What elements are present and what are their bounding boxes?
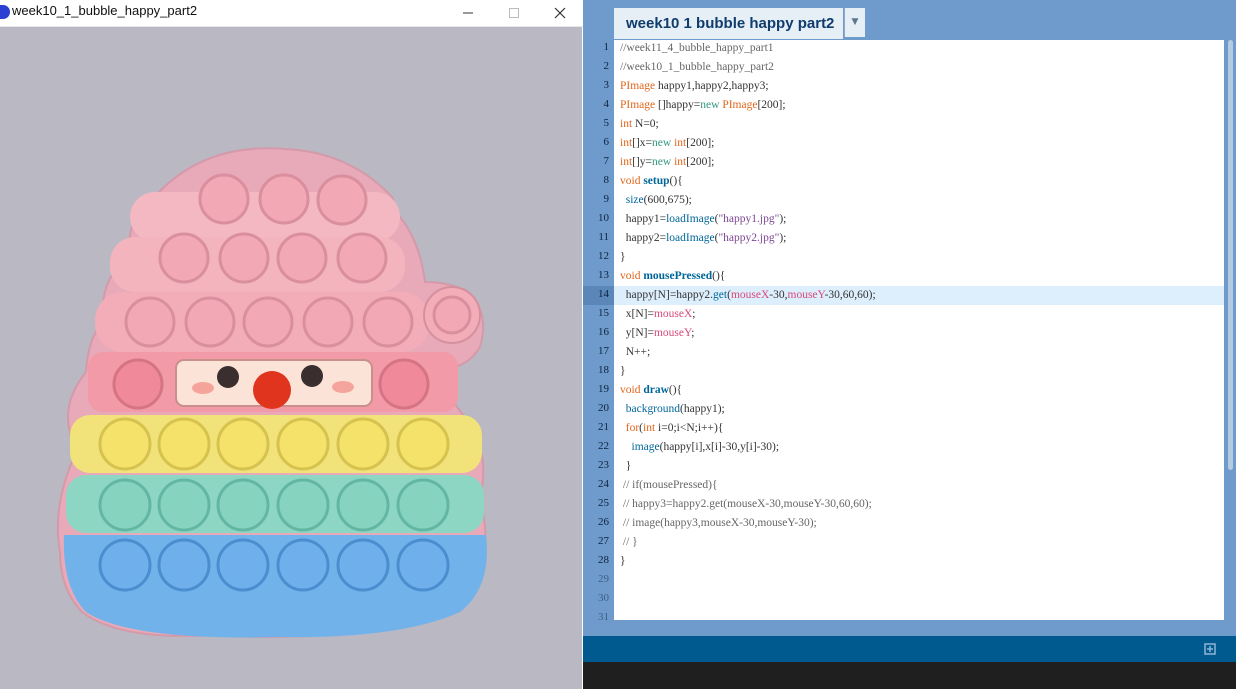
left-eye — [217, 366, 239, 388]
vertical-scrollbar[interactable] — [1225, 40, 1236, 620]
line-number: 15 — [598, 307, 609, 319]
line-number: 25 — [598, 497, 609, 509]
code-line: // } — [620, 536, 638, 548]
line-number: 28 — [598, 554, 609, 566]
code-line: int N=0; — [620, 118, 659, 130]
code-line: size(600,675); — [625, 194, 692, 206]
window-title: week10_1_bubble_happy_part2 — [12, 3, 198, 18]
code-line: //week11_4_bubble_happy_part1 — [620, 42, 774, 54]
code-line: } — [620, 251, 626, 263]
code-line: PImage []happy=new PImage[200]; — [620, 99, 786, 111]
line-number: 31 — [598, 611, 609, 620]
line-number: 22 — [598, 440, 609, 452]
left-cheek — [192, 382, 214, 394]
line-number: 1 — [603, 41, 610, 53]
line-number: 18 — [598, 364, 609, 376]
code-line: background(happy1); — [625, 403, 725, 415]
code-line: // happy3=happy2.get(mouseX-30,mouseY-30… — [620, 498, 872, 510]
code-line: for(int i=0;i<N;i++){ — [625, 422, 724, 434]
console-area — [583, 662, 1236, 689]
line-number: 6 — [603, 136, 610, 148]
code-line: happy1=loadImage("happy1.jpg"); — [620, 213, 787, 225]
line-number: 29 — [598, 573, 609, 585]
right-cheek — [332, 381, 354, 393]
right-eye — [301, 365, 323, 387]
line-number: 17 — [598, 345, 609, 357]
code-line: int[]x=new int[200]; — [620, 137, 715, 149]
editor-panel: week10 1 bubble happy part2 ▼ 1234567891… — [583, 0, 1236, 689]
scroll-thumb[interactable] — [1228, 40, 1233, 470]
line-number: 5 — [603, 117, 610, 129]
code-line: happy[N]=happy2.get(mouseX-30,mouseY-30,… — [620, 289, 876, 301]
line-number: 9 — [603, 193, 610, 205]
line-number: 23 — [598, 459, 609, 471]
line-number: 13 — [598, 269, 609, 281]
line-number: 30 — [598, 592, 609, 604]
code-line: PImage happy1,happy2,happy3; — [620, 80, 769, 92]
line-number: 4 — [603, 98, 610, 110]
code-editor[interactable]: //week11_4_bubble_happy_part1 //week10_1_… — [614, 40, 1224, 620]
line-number: 26 — [598, 516, 609, 528]
status-bar — [583, 636, 1236, 662]
code-line: y[N]=mouseY; — [620, 327, 695, 339]
code-line: // image(happy3,mouseX-30,mouseY-30); — [620, 517, 817, 529]
line-number: 20 — [598, 402, 609, 414]
line-number: 21 — [598, 421, 609, 433]
nose — [253, 371, 291, 409]
tab-strip: week10 1 bubble happy part2 ▼ — [583, 0, 1236, 40]
close-icon — [554, 7, 566, 19]
line-number-gutter: 1 2 3 4 5 6 7 8 9 10 11 12 13 14 15 16 17 18 19 20 21 22 23 24 2… — [583, 40, 614, 620]
window-titlebar[interactable]: week10_1_bubble_happy_part2 — [0, 0, 583, 27]
minimize-icon — [463, 12, 473, 14]
tab-menu-button[interactable]: ▼ — [844, 8, 865, 37]
line-number: 24 — [598, 478, 609, 490]
dropdown-arrow-icon: ▼ — [851, 17, 859, 27]
code-line: happy2=loadImage("happy2.jpg"); — [620, 232, 787, 244]
code-line: void draw(){ — [620, 384, 683, 396]
line-number: 2 — [603, 60, 610, 72]
tab-sketch[interactable]: week10 1 bubble happy part2 — [614, 8, 843, 39]
code-line: // if(mousePressed){ — [620, 479, 718, 491]
line-number: 7 — [603, 155, 610, 167]
code-line: } — [620, 460, 632, 472]
line-number: 19 — [598, 383, 609, 395]
code-line: image(happy[i],x[i]-30,y[i]-30); — [631, 441, 780, 453]
code-line: } — [620, 365, 626, 377]
minimize-button[interactable] — [445, 0, 491, 26]
console-toggle-icon[interactable] — [1203, 642, 1217, 656]
line-number: 27 — [598, 535, 609, 547]
code-line: } — [620, 555, 626, 567]
line-number: 10 — [598, 212, 609, 224]
line-number: 12 — [598, 250, 609, 262]
code-line: x[N]=mouseX; — [620, 308, 696, 320]
maximize-icon — [509, 8, 519, 18]
line-number: 3 — [603, 79, 610, 91]
sketch-window: week10_1_bubble_happy_part2 — [0, 0, 583, 689]
code-line: void setup(){ — [620, 175, 683, 187]
code-line: //week10_1_bubble_happy_part2 — [620, 61, 774, 73]
line-number: 14 — [598, 288, 609, 300]
processing-app-icon — [0, 5, 10, 19]
line-number: 8 — [603, 174, 610, 186]
close-button[interactable] — [537, 0, 583, 26]
sketch-canvas[interactable] — [0, 27, 582, 689]
pop-it-santa-toy-image — [56, 147, 487, 638]
code-line: void mousePressed(){ — [620, 270, 726, 282]
line-number: 16 — [598, 326, 609, 338]
line-number: 11 — [598, 231, 609, 243]
code-line: int[]y=new int[200]; — [620, 156, 715, 168]
code-line: N++; — [620, 346, 651, 358]
maximize-button[interactable] — [491, 0, 537, 26]
